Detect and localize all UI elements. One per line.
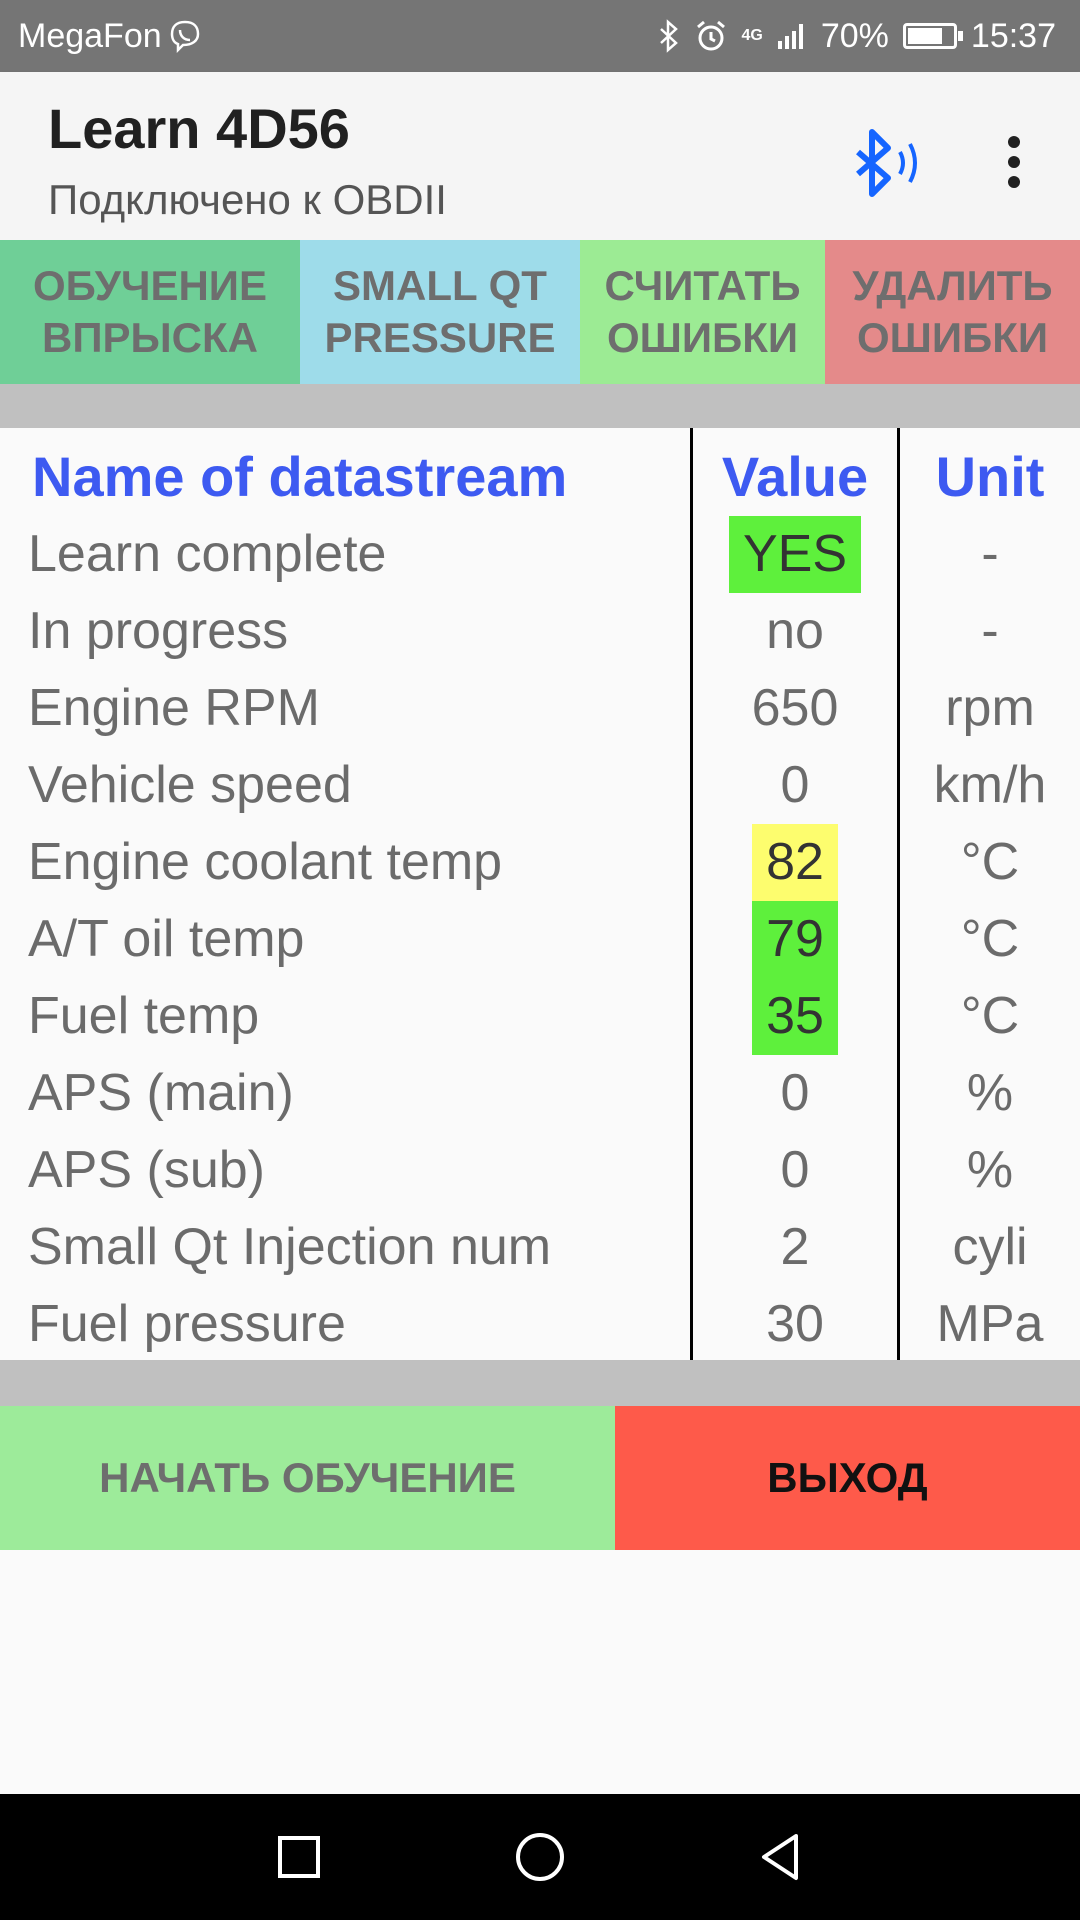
read-errors-button[interactable]: СЧИТАТЬ ОШИБКИ bbox=[580, 240, 825, 384]
separator-band-bottom bbox=[0, 1360, 1080, 1406]
exit-button[interactable]: ВЫХОД bbox=[615, 1406, 1080, 1550]
signal-icon bbox=[777, 24, 803, 49]
row-unit: °C bbox=[960, 833, 1020, 891]
row-name: In progress bbox=[28, 602, 289, 660]
row-unit: cyli bbox=[952, 1218, 1028, 1276]
row-name: Fuel pressure bbox=[28, 1295, 346, 1353]
row-value-cell: 30 bbox=[690, 1286, 900, 1363]
row-name: Engine coolant temp bbox=[28, 833, 503, 891]
row-name: Engine RPM bbox=[28, 679, 320, 737]
row-value-cell: 0 bbox=[690, 1055, 900, 1132]
table-row: Fuel pressure 30 MPa bbox=[0, 1286, 1080, 1363]
row-unit: °C bbox=[960, 987, 1020, 1045]
row-value: no bbox=[766, 602, 824, 660]
action-toolbar: ОБУЧЕНИЕ ВПРЫСКА SMALL QT PRESSURE СЧИТА… bbox=[0, 240, 1080, 384]
back-triangle-icon[interactable] bbox=[748, 1824, 814, 1890]
status-bar-right: 4G 70% 15:37 bbox=[658, 16, 1056, 56]
table-row: Engine RPM 650 rpm bbox=[0, 670, 1080, 747]
row-value: 0 bbox=[780, 756, 810, 814]
row-value-cell: 650 bbox=[690, 670, 900, 747]
row-unit: km/h bbox=[933, 756, 1047, 814]
recents-square-icon[interactable] bbox=[266, 1824, 332, 1890]
table-row: A/T oil temp 79 °C bbox=[0, 901, 1080, 978]
injection-learn-button[interactable]: ОБУЧЕНИЕ ВПРЫСКА bbox=[0, 240, 300, 384]
battery-icon bbox=[902, 23, 963, 49]
row-value: 30 bbox=[766, 1295, 824, 1353]
row-value-cell: YES bbox=[690, 516, 900, 593]
bluetooth-connect-icon[interactable] bbox=[850, 124, 930, 204]
row-unit: % bbox=[966, 1141, 1014, 1199]
table-row: Fuel temp 35 °C bbox=[0, 978, 1080, 1055]
network-type: 4G bbox=[741, 27, 763, 44]
status-bar-left: MegaFon bbox=[18, 17, 202, 56]
app-title: Learn 4D56 bbox=[48, 97, 350, 160]
small-qt-pressure-button[interactable]: SMALL QT PRESSURE bbox=[300, 240, 580, 384]
connection-status: Подключено к OBDII bbox=[48, 176, 447, 223]
battery-percent: 70% bbox=[820, 16, 889, 55]
viber-icon bbox=[170, 20, 199, 53]
alarm-icon bbox=[696, 20, 725, 51]
row-value: 650 bbox=[751, 679, 839, 737]
clock: 15:37 bbox=[970, 16, 1056, 55]
header-value: Value bbox=[721, 445, 869, 508]
row-value-cell: no bbox=[690, 593, 900, 670]
row-value: 2 bbox=[780, 1218, 810, 1276]
row-name: APS (main) bbox=[28, 1064, 294, 1122]
row-value: 0 bbox=[780, 1141, 810, 1199]
row-unit: - bbox=[981, 602, 999, 660]
row-unit: % bbox=[966, 1064, 1014, 1122]
clear-errors-button[interactable]: УДАЛИТЬ ОШИБКИ bbox=[825, 240, 1080, 384]
app-bar: Learn 4D56 Подключено к OBDII bbox=[0, 72, 1080, 240]
row-value-cell: 2 bbox=[690, 1209, 900, 1286]
overflow-menu-icon[interactable] bbox=[992, 128, 1036, 208]
row-value-cell: 0 bbox=[690, 1132, 900, 1209]
table-row: APS (sub) 0 % bbox=[0, 1132, 1080, 1209]
row-value: 79 bbox=[752, 901, 838, 978]
row-unit: - bbox=[981, 525, 999, 583]
start-learning-button[interactable]: НАЧАТЬ ОБУЧЕНИЕ bbox=[0, 1406, 615, 1550]
table-row: In progress no - bbox=[0, 593, 1080, 670]
row-unit: MPa bbox=[936, 1295, 1044, 1353]
row-value: 0 bbox=[780, 1064, 810, 1122]
carrier-name: MegaFon bbox=[18, 16, 162, 55]
row-value-cell: 0 bbox=[690, 747, 900, 824]
row-unit: °C bbox=[960, 910, 1020, 968]
row-value: YES bbox=[728, 516, 862, 593]
row-name: A/T oil temp bbox=[28, 910, 305, 968]
home-circle-icon[interactable] bbox=[507, 1824, 573, 1890]
table-row: Vehicle speed 0 km/h bbox=[0, 747, 1080, 824]
header-unit: Unit bbox=[935, 445, 1045, 508]
table-row: Small Qt Injection num 2 cyli bbox=[0, 1209, 1080, 1286]
separator-band-top bbox=[0, 384, 1080, 428]
row-value: 35 bbox=[752, 978, 838, 1055]
row-value-cell: 82 bbox=[690, 824, 900, 901]
datastream-table: Name of datastream Value Unit Learn comp… bbox=[0, 428, 1080, 1360]
table-row: APS (main) 0 % bbox=[0, 1055, 1080, 1132]
status-bar: MegaFon 4G 70% 15:37 bbox=[0, 0, 1080, 72]
table-row: Learn complete YES - bbox=[0, 516, 1080, 593]
row-name: APS (sub) bbox=[28, 1141, 265, 1199]
system-nav-bar bbox=[0, 1794, 1080, 1920]
row-name: Small Qt Injection num bbox=[28, 1218, 552, 1276]
row-name: Vehicle speed bbox=[28, 756, 352, 814]
row-value: 82 bbox=[752, 824, 838, 901]
row-name: Fuel temp bbox=[28, 987, 260, 1045]
header-name: Name of datastream bbox=[32, 445, 568, 508]
row-value-cell: 35 bbox=[690, 978, 900, 1055]
bottom-actions: НАЧАТЬ ОБУЧЕНИЕ ВЫХОД bbox=[0, 1406, 1080, 1550]
row-value-cell: 79 bbox=[690, 901, 900, 978]
row-unit: rpm bbox=[945, 679, 1035, 737]
row-name: Learn complete bbox=[28, 525, 387, 583]
table-row: Engine coolant temp 82 °C bbox=[0, 824, 1080, 901]
bluetooth-status-icon bbox=[659, 19, 678, 53]
